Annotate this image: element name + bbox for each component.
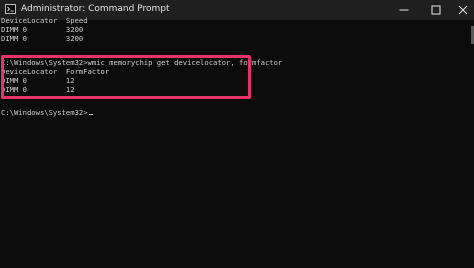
maximize-button[interactable] bbox=[425, 0, 447, 20]
command-prompt-window: Administrator: Command Prompt DeviceLoca… bbox=[0, 0, 474, 268]
text-cursor bbox=[88, 114, 93, 115]
maximize-icon bbox=[431, 5, 441, 15]
command-highlight-box bbox=[1, 55, 251, 99]
minimize-button[interactable] bbox=[393, 0, 415, 20]
console-line: DIMM 0 3200 bbox=[1, 25, 84, 34]
close-icon bbox=[458, 5, 468, 15]
minimize-icon bbox=[399, 9, 409, 11]
console-line: DIMM 0 3200 bbox=[1, 34, 84, 43]
console-prompt-line: C:\Windows\System32> bbox=[1, 108, 93, 117]
window-title: Administrator: Command Prompt bbox=[21, 4, 170, 14]
console-output[interactable]: DeviceLocator Speed DIMM 0 3200 DIMM 0 3… bbox=[0, 16, 474, 268]
cmd-icon bbox=[5, 4, 16, 14]
close-button[interactable] bbox=[452, 0, 474, 20]
prompt-text: C:\Windows\System32> bbox=[1, 108, 88, 117]
console-line: DeviceLocator Speed bbox=[1, 16, 88, 25]
